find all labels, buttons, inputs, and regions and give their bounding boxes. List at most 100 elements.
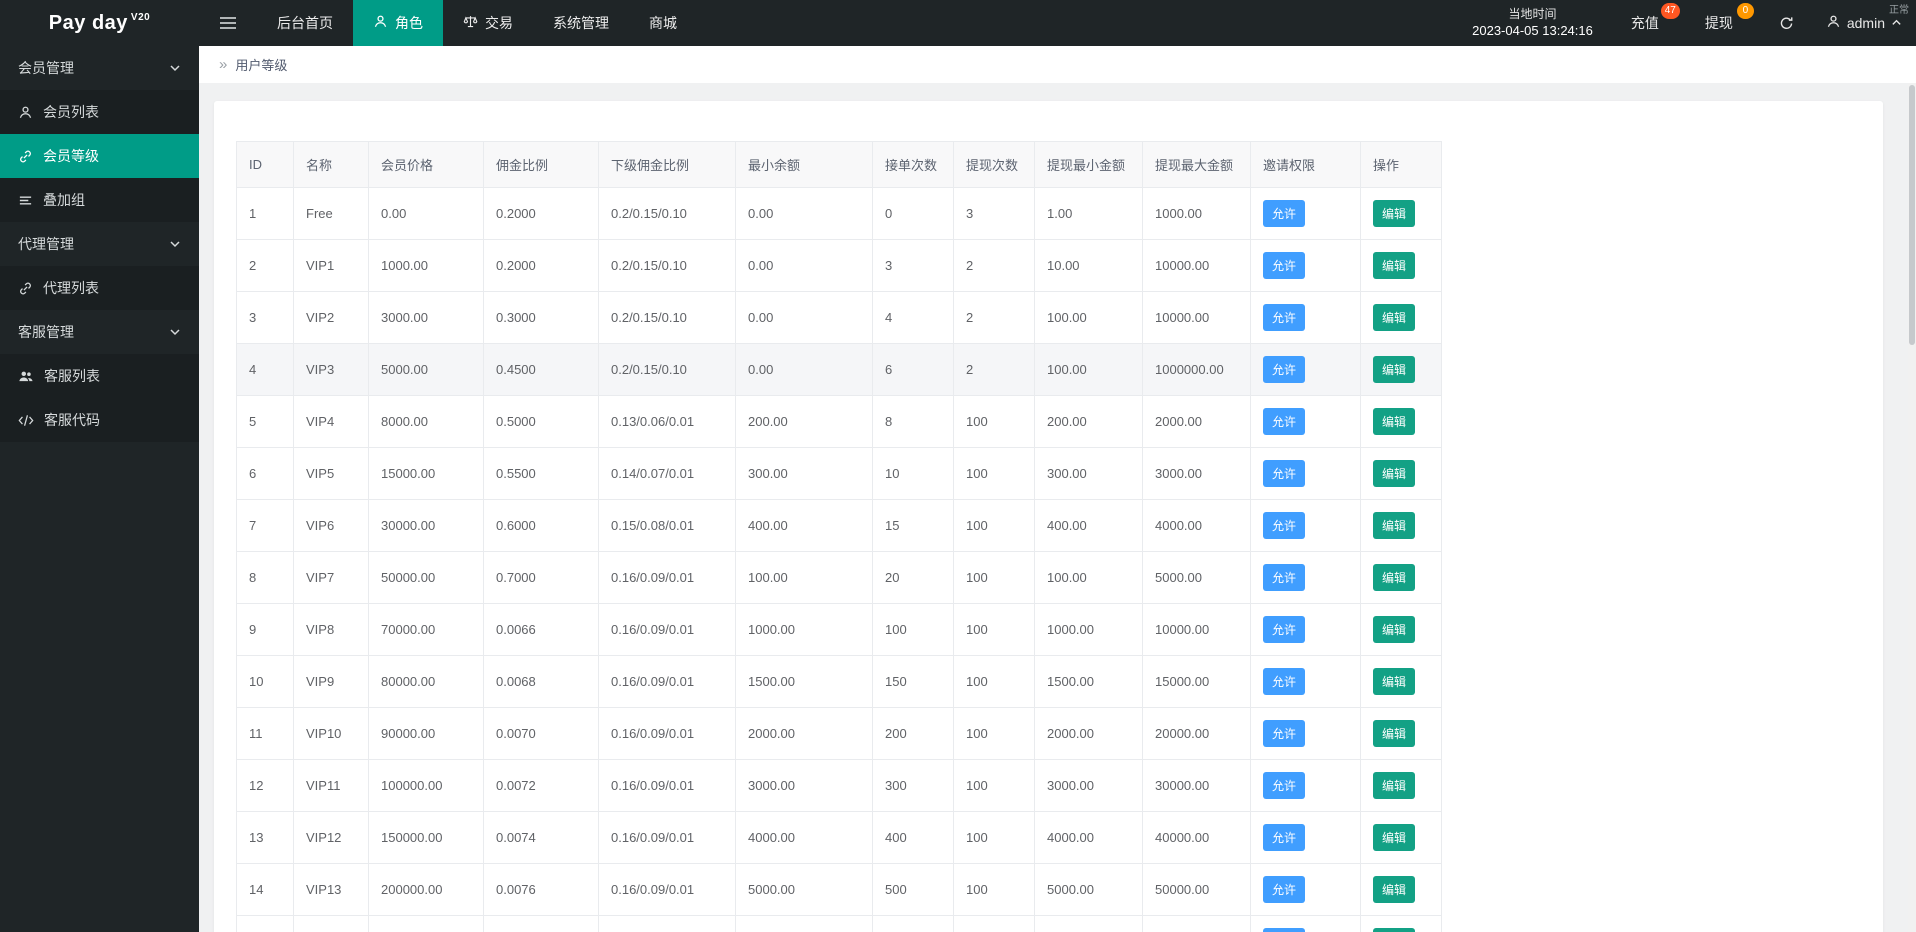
table-cell: 5 xyxy=(236,395,294,448)
edit-button[interactable]: 编辑 xyxy=(1373,408,1416,435)
menu-toggle-icon[interactable] xyxy=(199,0,257,46)
table-cell: 8 xyxy=(872,395,954,448)
allow-button[interactable]: 允许 xyxy=(1263,928,1306,932)
allow-button[interactable]: 允许 xyxy=(1263,460,1306,487)
allow-button[interactable]: 允许 xyxy=(1263,824,1306,851)
nav-item[interactable]: 角色 xyxy=(353,0,443,46)
edit-button[interactable]: 编辑 xyxy=(1373,824,1416,851)
edit-button[interactable]: 编辑 xyxy=(1373,252,1416,279)
vertical-scrollbar[interactable] xyxy=(1908,83,1916,932)
table-cell: 2 xyxy=(236,239,294,292)
recharge-button[interactable]: 充值 47 xyxy=(1631,3,1680,33)
allow-button[interactable]: 允许 xyxy=(1263,200,1306,227)
allow-button[interactable]: 允许 xyxy=(1263,512,1306,539)
sidebar-item[interactable]: 客服代码 xyxy=(0,398,199,442)
table-cell: 3000.00 xyxy=(368,291,484,344)
table-cell: 3 xyxy=(236,291,294,344)
table-cell: 1500.00 xyxy=(1034,655,1143,708)
table-row: 1 Free 0.00 0.2000 0.2/0.15/0.10 0.00 0 3 1.00 10… xyxy=(236,187,1442,240)
edit-button[interactable]: 编辑 xyxy=(1373,616,1416,643)
table-cell: 15 xyxy=(236,915,294,932)
sidebar-item[interactable]: 代理列表 xyxy=(0,266,199,310)
sidebar-item[interactable]: 客服管理 xyxy=(0,310,199,354)
edit-button[interactable]: 编辑 xyxy=(1373,356,1416,383)
sidebar-item[interactable]: 会员管理 xyxy=(0,46,199,90)
table-cell: 5000.00 xyxy=(368,343,484,396)
allow-button[interactable]: 允许 xyxy=(1263,356,1306,383)
nav-item[interactable]: 系统管理 xyxy=(533,0,629,46)
allow-button[interactable]: 允许 xyxy=(1263,252,1306,279)
table-cell: 200.00 xyxy=(1034,395,1143,448)
table-cell: 10000.00 xyxy=(1142,603,1251,656)
allow-button[interactable]: 允许 xyxy=(1263,772,1306,799)
table-cell: 200.00 xyxy=(735,395,873,448)
edit-button[interactable]: 编辑 xyxy=(1373,512,1416,539)
table-cell: 0 xyxy=(872,187,954,240)
allow-button[interactable]: 允许 xyxy=(1263,720,1306,747)
nav-item[interactable]: 交易 xyxy=(443,0,533,46)
table-cell: 1000 xyxy=(872,915,954,932)
table-cell: 0.3000 xyxy=(483,291,599,344)
allow-button[interactable]: 允许 xyxy=(1263,876,1306,903)
table-cell: 10000.00 xyxy=(1142,239,1251,292)
table-cell: 0.00 xyxy=(735,291,873,344)
table-cell: 10.00 xyxy=(1034,239,1143,292)
scrollbar-thumb[interactable] xyxy=(1909,85,1915,345)
edit-button[interactable]: 编辑 xyxy=(1373,668,1416,695)
user-icon xyxy=(18,105,33,120)
sidebar-item[interactable]: 客服列表 xyxy=(0,354,199,398)
table-cell: 0.16/0.09/0.01 xyxy=(598,759,736,812)
allow-button[interactable]: 允许 xyxy=(1263,668,1306,695)
table-body: 1 Free 0.00 0.2000 0.2/0.15/0.10 0.00 0 3 1.00 10… xyxy=(236,187,1442,932)
edit-button[interactable]: 编辑 xyxy=(1373,876,1416,903)
refresh-icon[interactable] xyxy=(1779,16,1794,31)
edit-button[interactable]: 编辑 xyxy=(1373,720,1416,747)
edit-button[interactable]: 编辑 xyxy=(1373,460,1416,487)
local-time-value: 2023-04-05 13:24:16 xyxy=(1472,23,1593,39)
table-cell: 300.00 xyxy=(1034,447,1143,500)
app-logo-text: Pay day xyxy=(48,11,128,34)
admin-menu[interactable]: admin xyxy=(1822,14,1916,32)
sidebar-item[interactable]: 代理管理 xyxy=(0,222,199,266)
table-cell: 400 xyxy=(872,811,954,864)
invite-permission-cell: 允许 xyxy=(1250,395,1361,448)
withdraw-button[interactable]: 提现 0 xyxy=(1705,3,1754,33)
nav-item[interactable]: 后台首页 xyxy=(257,0,353,46)
edit-button[interactable]: 编辑 xyxy=(1373,928,1416,932)
table-cell: 1000.00 xyxy=(735,603,873,656)
table-cell: 500 xyxy=(872,863,954,916)
table-row: 4 VIP3 5000.00 0.4500 0.2/0.15/0.10 0.00 6 2 100… xyxy=(236,343,1442,396)
status-text: 正常 xyxy=(1889,5,1909,16)
table-cell: 0.13/0.06/0.01 xyxy=(598,395,736,448)
table-cell: 100.00 xyxy=(1034,291,1143,344)
table-cell: 300.00 xyxy=(735,447,873,500)
table-row: 5 VIP4 8000.00 0.5000 0.13/0.06/0.01 200.00 8 1… xyxy=(236,395,1442,448)
edit-button[interactable]: 编辑 xyxy=(1373,200,1416,227)
table-cell: VIP3 xyxy=(293,343,369,396)
table-row: 3 VIP2 3000.00 0.3000 0.2/0.15/0.10 0.00 4 2 100… xyxy=(236,291,1442,344)
allow-button[interactable]: 允许 xyxy=(1263,408,1306,435)
topbar: 后台首页 角色 交易 系统管理 商城 当地时间 2023-04-05 13:24:16 … xyxy=(199,0,1916,46)
edit-button[interactable]: 编辑 xyxy=(1373,564,1416,591)
sidebar-item[interactable]: 会员等级 xyxy=(0,134,199,178)
invite-permission-cell: 允许 xyxy=(1250,603,1361,656)
table-cell: 6 xyxy=(872,343,954,396)
column-header: 提现最小金额 xyxy=(1034,141,1143,188)
table-cell: 0.2000 xyxy=(483,187,599,240)
edit-button[interactable]: 编辑 xyxy=(1373,304,1416,331)
table-cell: 10000.00 xyxy=(1142,291,1251,344)
sidebar-item-label: 客服代码 xyxy=(44,412,100,428)
chevron-up-icon xyxy=(1891,15,1902,31)
allow-button[interactable]: 允许 xyxy=(1263,616,1306,643)
table-cell: 300 xyxy=(872,759,954,812)
allow-button[interactable]: 允许 xyxy=(1263,564,1306,591)
table-cell: 2000.00 xyxy=(735,707,873,760)
nav-item[interactable]: 商城 xyxy=(629,0,697,46)
table-cell: 2000.00 xyxy=(1034,707,1143,760)
table-cell: 6 xyxy=(236,447,294,500)
sidebar-item[interactable]: 会员列表 xyxy=(0,90,199,134)
sidebar-item[interactable]: 叠加组 xyxy=(0,178,199,222)
table-cell: 50000.00 xyxy=(1142,863,1251,916)
edit-button[interactable]: 编辑 xyxy=(1373,772,1416,799)
allow-button[interactable]: 允许 xyxy=(1263,304,1306,331)
